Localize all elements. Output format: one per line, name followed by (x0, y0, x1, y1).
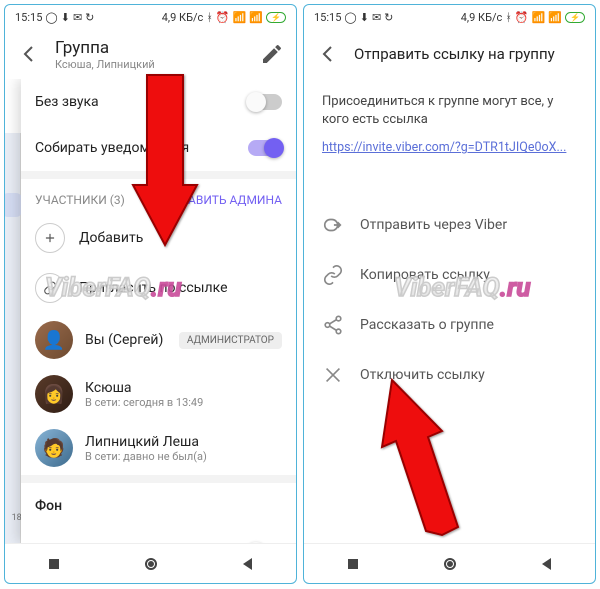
bluetooth-icon: ᚼ (206, 11, 213, 24)
member-2[interactable]: 🧑 Липницкий Леша В сети: давно не был(а) (21, 421, 296, 475)
admin-badge: АДМИНИСТРАТОР (179, 332, 282, 349)
header: Группа Ксюша, Липницкий (5, 29, 296, 79)
status-bar: 15:15 ◯ ⬇✉↻ 4,9 КБ/с ᚼ ⏰ 📶 📶 ⚡ (5, 5, 296, 29)
status-speed: 4,9 КБ/с (461, 11, 503, 24)
row-mute[interactable]: Без звука (21, 79, 296, 125)
avatar: 👩 (35, 375, 73, 413)
share-icon (322, 314, 344, 336)
page-title: Группа (55, 38, 246, 58)
wifi-icon: 📶 (249, 11, 263, 24)
row-invite-link[interactable]: Пригласить по ссылке (21, 263, 296, 313)
action-share[interactable]: Рассказать о группе (304, 300, 595, 350)
yandex-icon: ◯ (45, 11, 57, 24)
link-icon (322, 264, 344, 286)
action-send-viber[interactable]: Отправить через Viber (304, 200, 595, 250)
back-button[interactable] (316, 42, 340, 66)
row-geometry[interactable]: Добавлять геометрию (21, 529, 296, 543)
member-1[interactable]: 👩 Ксюша В сети: сегодня в 13:49 (21, 367, 296, 421)
row-background[interactable]: Фон (21, 483, 296, 529)
alarm-icon: ⏰ (216, 11, 230, 24)
row-collect-notifications[interactable]: Собирать уведомления (21, 125, 296, 171)
nav-recent[interactable] (46, 556, 62, 572)
members-section-header: УЧАСТНИКИ (3) ДОБАВИТЬ АДМИНА (21, 179, 296, 213)
battery-icon: ⚡ (266, 12, 286, 23)
nav-bar (5, 543, 296, 583)
phone-left: 15:15 ◯ ⬇✉↻ 4,9 КБ/с ᚼ ⏰ 📶 📶 ⚡ Группа Кс… (4, 4, 297, 584)
action-disable-link[interactable]: Отключить ссылку (304, 350, 595, 400)
link-help-box: Присоединиться к группе могут все, у ког… (304, 79, 595, 172)
signal-icon: 📶 (233, 11, 247, 24)
edit-button[interactable] (260, 42, 284, 66)
phone-right: 15:15 ◯⬇✉↻ 4,9 КБ/с ᚼ⏰📶📶 ⚡ Отправить ссы… (303, 4, 596, 584)
send-icon (322, 214, 344, 236)
plus-icon (35, 223, 65, 253)
link-icon (35, 273, 65, 303)
add-admin-link[interactable]: ДОБАВИТЬ АДМИНА (163, 193, 282, 207)
avatar: 🧑 (35, 429, 73, 467)
header: Отправить ссылку на группу (304, 29, 595, 79)
close-icon (322, 364, 344, 386)
mute-toggle[interactable] (248, 94, 282, 110)
chat-background-peek: 18:57 (5, 133, 21, 543)
nav-bar (304, 543, 595, 583)
nav-back[interactable] (240, 556, 256, 572)
content: 18:57 Без звука Собирать уведомления УЧА… (5, 79, 296, 543)
invite-link[interactable]: https://invite.viber.com/?g=DTR1tJIQe0oX… (322, 140, 566, 155)
avatar: 👤 (35, 321, 73, 359)
nav-recent[interactable] (345, 556, 361, 572)
page-subtitle: Ксюша, Липницкий (55, 58, 246, 71)
status-time: 15:15 (15, 11, 42, 24)
page-title: Отправить ссылку на группу (354, 45, 555, 63)
action-copy-link[interactable]: Копировать ссылку (304, 250, 595, 300)
back-button[interactable] (17, 42, 41, 66)
status-time: 15:15 (314, 11, 341, 24)
status-bar: 15:15 ◯⬇✉↻ 4,9 КБ/с ᚼ⏰📶📶 ⚡ (304, 5, 595, 29)
nav-back[interactable] (539, 556, 555, 572)
nav-home[interactable] (442, 556, 458, 572)
member-self[interactable]: 👤 Вы (Сергей) АДМИНИСТРАТОР (21, 313, 296, 367)
nav-home[interactable] (143, 556, 159, 572)
collect-toggle[interactable] (248, 140, 282, 156)
content: Присоединиться к группе могут все, у ког… (304, 79, 595, 543)
status-speed: 4,9 КБ/с (162, 11, 204, 24)
row-add-member[interactable]: Добавить (21, 213, 296, 263)
